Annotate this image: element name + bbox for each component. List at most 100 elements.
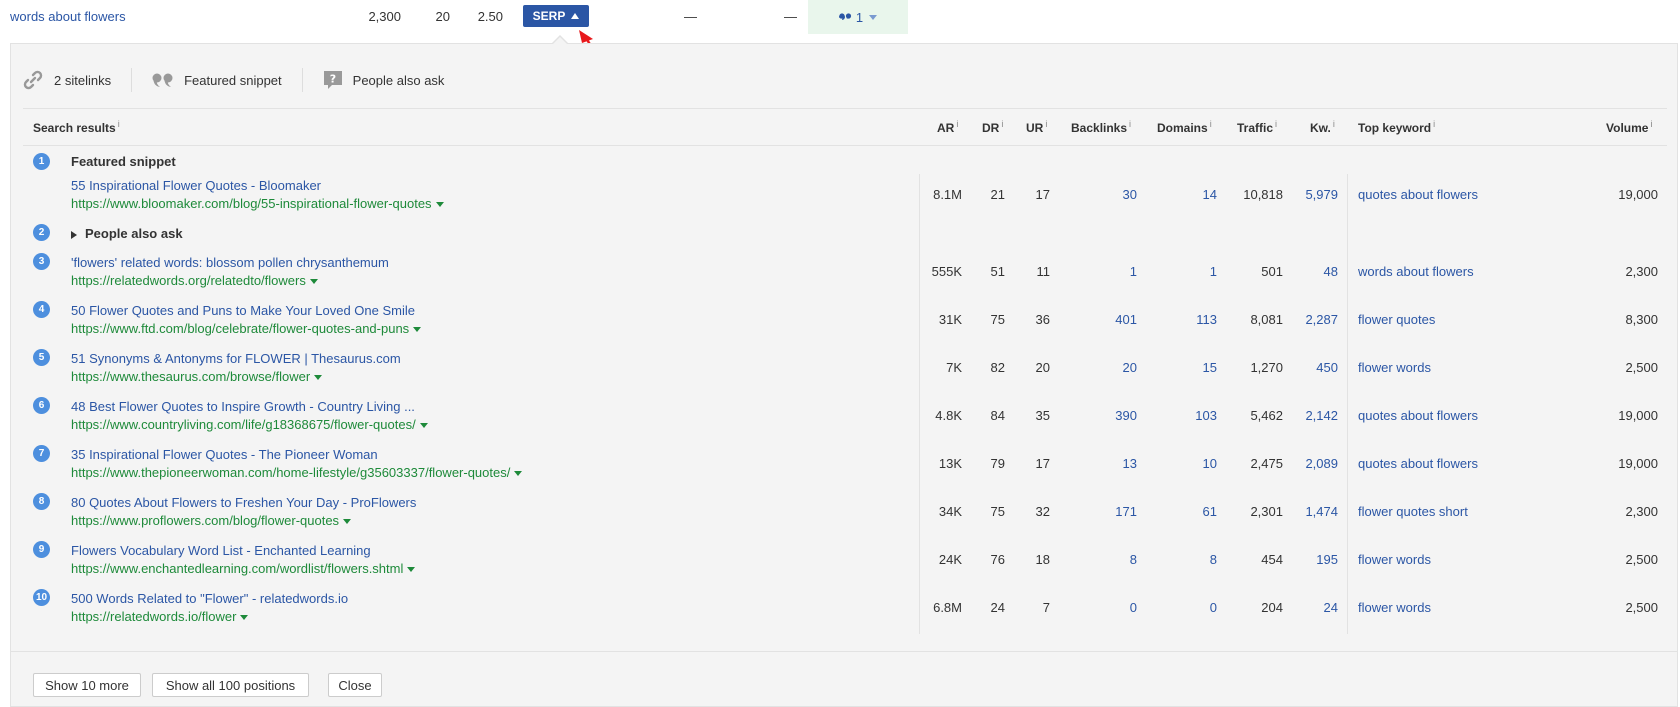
cell-top-keyword[interactable]: words about flowers xyxy=(1358,264,1474,279)
cell-kw[interactable]: 48 xyxy=(1290,264,1338,279)
cell-kw[interactable]: 5,979 xyxy=(1290,187,1338,202)
chevron-down-icon[interactable] xyxy=(435,202,444,208)
result-title-link[interactable]: 48 Best Flower Quotes to Inspire Growth … xyxy=(71,399,415,414)
header-backlinks[interactable]: Backlinks i xyxy=(1071,119,1131,135)
header-domains[interactable]: Domains i xyxy=(1157,119,1212,135)
result-url[interactable]: https://www.proflowers.com/blog/flower-q… xyxy=(71,513,352,528)
cell-domains[interactable]: 0 xyxy=(1150,600,1217,615)
cell-backlinks[interactable]: 13 xyxy=(1060,456,1137,471)
cell-backlinks[interactable]: 401 xyxy=(1060,312,1137,327)
cell-traffic: 2,475 xyxy=(1250,456,1283,471)
chevron-down-icon[interactable] xyxy=(314,375,323,381)
cell-kw[interactable]: 2,142 xyxy=(1290,408,1338,423)
serp-button-label: SERP xyxy=(532,9,566,23)
chevron-down-icon[interactable] xyxy=(240,615,249,621)
feature-label: People also ask xyxy=(352,72,445,88)
cell-kw[interactable]: 195 xyxy=(1290,552,1338,567)
cell-top-keyword[interactable]: flower words xyxy=(1358,600,1431,615)
cell-backlinks[interactable]: 8 xyxy=(1060,552,1137,567)
result-title-link[interactable]: 'flowers' related words: blossom pollen … xyxy=(71,255,389,270)
cell-backlinks[interactable]: 0 xyxy=(1060,600,1137,615)
cell-domains[interactable]: 1 xyxy=(1150,264,1217,279)
result-url[interactable]: https://relatedwords.io/flower xyxy=(71,609,249,624)
cell-backlinks[interactable]: 1 xyxy=(1060,264,1137,279)
chevron-down-icon[interactable] xyxy=(407,567,416,573)
divider xyxy=(23,145,1667,146)
cell-ur: 20 xyxy=(1035,360,1050,375)
cell-dr: 84 xyxy=(990,408,1005,423)
cell-ar: 31K xyxy=(938,312,962,327)
cell-domains[interactable]: 15 xyxy=(1150,360,1217,375)
serp-button[interactable]: SERP xyxy=(523,5,589,27)
serp-features-cell[interactable]: 1 xyxy=(808,0,908,34)
cell-backlinks[interactable]: 20 xyxy=(1060,360,1137,375)
header-top-keyword[interactable]: Top keyword i xyxy=(1358,119,1435,135)
cell-traffic: 204 xyxy=(1261,600,1283,615)
cell-domains[interactable]: 113 xyxy=(1150,312,1217,327)
cell-backlinks[interactable]: 390 xyxy=(1060,408,1137,423)
result-url[interactable]: https://www.enchantedlearning.com/wordli… xyxy=(71,561,416,576)
cell-kw[interactable]: 24 xyxy=(1290,600,1338,615)
header-search-results[interactable]: Search results i xyxy=(33,119,120,135)
feature-label: Featured snippet xyxy=(184,72,282,88)
chevron-down-icon[interactable] xyxy=(309,279,318,285)
position-badge: 4 xyxy=(33,301,50,318)
result-url[interactable]: https://www.bloomaker.com/blog/55-inspir… xyxy=(71,196,444,211)
cell-kw[interactable]: 2,287 xyxy=(1290,312,1338,327)
cell-domains[interactable]: 61 xyxy=(1150,504,1217,519)
cell-ar: 24K xyxy=(938,552,962,567)
header-kw[interactable]: Kw. i xyxy=(1310,119,1335,135)
result-url[interactable]: https://www.ftd.com/blog/celebrate/flowe… xyxy=(71,321,422,336)
result-url[interactable]: https://www.thesaurus.com/browse/flower xyxy=(71,369,323,384)
result-title-link[interactable]: 500 Words Related to "Flower" - relatedw… xyxy=(71,591,348,606)
chevron-down-icon[interactable] xyxy=(514,471,523,477)
header-ar[interactable]: AR i xyxy=(937,119,958,135)
result-title-link[interactable]: Flowers Vocabulary Word List - Enchanted… xyxy=(71,543,371,558)
show-more-button[interactable]: Show 10 more xyxy=(33,673,141,697)
chevron-down-icon[interactable] xyxy=(419,423,428,429)
cell-top-keyword[interactable]: quotes about flowers xyxy=(1358,187,1478,202)
kd-value: 20 xyxy=(435,9,450,24)
feature-sitelinks: 2 sitelinks xyxy=(22,68,133,92)
cell-domains[interactable]: 14 xyxy=(1150,187,1217,202)
header-ur[interactable]: UR i xyxy=(1026,119,1047,135)
result-url[interactable]: https://relatedwords.org/relatedto/flowe… xyxy=(71,273,318,288)
close-button[interactable]: Close xyxy=(328,673,382,697)
result-title-link[interactable]: 80 Quotes About Flowers to Freshen Your … xyxy=(71,495,416,510)
chevron-down-icon[interactable] xyxy=(413,327,422,333)
column-divider xyxy=(1347,174,1348,634)
cell-top-keyword[interactable]: flower quotes xyxy=(1358,312,1435,327)
result-title-link[interactable]: 55 Inspirational Flower Quotes - Bloomak… xyxy=(71,178,321,193)
result-title-link[interactable]: 50 Flower Quotes and Puns to Make Your L… xyxy=(71,303,415,318)
cell-domains[interactable]: 8 xyxy=(1150,552,1217,567)
cell-traffic: 1,270 xyxy=(1250,360,1283,375)
cell-top-keyword[interactable]: quotes about flowers xyxy=(1358,408,1478,423)
keyword-link[interactable]: words about flowers xyxy=(10,9,126,24)
show-all-positions-button[interactable]: Show all 100 positions xyxy=(152,673,309,697)
header-traffic[interactable]: Traffic i xyxy=(1237,119,1277,135)
cell-backlinks[interactable]: 171 xyxy=(1060,504,1137,519)
result-title-link[interactable]: 35 Inspirational Flower Quotes - The Pio… xyxy=(71,447,378,462)
cell-ar: 34K xyxy=(938,504,962,519)
cell-domains[interactable]: 103 xyxy=(1150,408,1217,423)
dash-cell: — xyxy=(684,9,697,24)
section-people-also-ask[interactable]: People also ask xyxy=(71,226,183,241)
cell-domains[interactable]: 10 xyxy=(1150,456,1217,471)
header-dr[interactable]: DR i xyxy=(982,119,1003,135)
cell-volume: 2,500 xyxy=(1625,552,1658,567)
result-url[interactable]: https://www.countryliving.com/life/g1836… xyxy=(71,417,428,432)
chevron-down-icon[interactable] xyxy=(343,519,352,525)
cell-top-keyword[interactable]: flower words xyxy=(1358,552,1431,567)
cell-ar: 7K xyxy=(946,360,962,375)
cell-kw[interactable]: 1,474 xyxy=(1290,504,1338,519)
cell-kw[interactable]: 450 xyxy=(1290,360,1338,375)
cell-dr: 75 xyxy=(990,312,1005,327)
cell-top-keyword[interactable]: flower quotes short xyxy=(1358,504,1468,519)
cell-kw[interactable]: 2,089 xyxy=(1290,456,1338,471)
cell-top-keyword[interactable]: flower words xyxy=(1358,360,1431,375)
cell-top-keyword[interactable]: quotes about flowers xyxy=(1358,456,1478,471)
header-volume[interactable]: Volume i xyxy=(1606,119,1652,135)
result-url[interactable]: https://www.thepioneerwoman.com/home-lif… xyxy=(71,465,523,480)
cell-backlinks[interactable]: 30 xyxy=(1060,187,1137,202)
result-title-link[interactable]: 51 Synonyms & Antonyms for FLOWER | Thes… xyxy=(71,351,401,366)
